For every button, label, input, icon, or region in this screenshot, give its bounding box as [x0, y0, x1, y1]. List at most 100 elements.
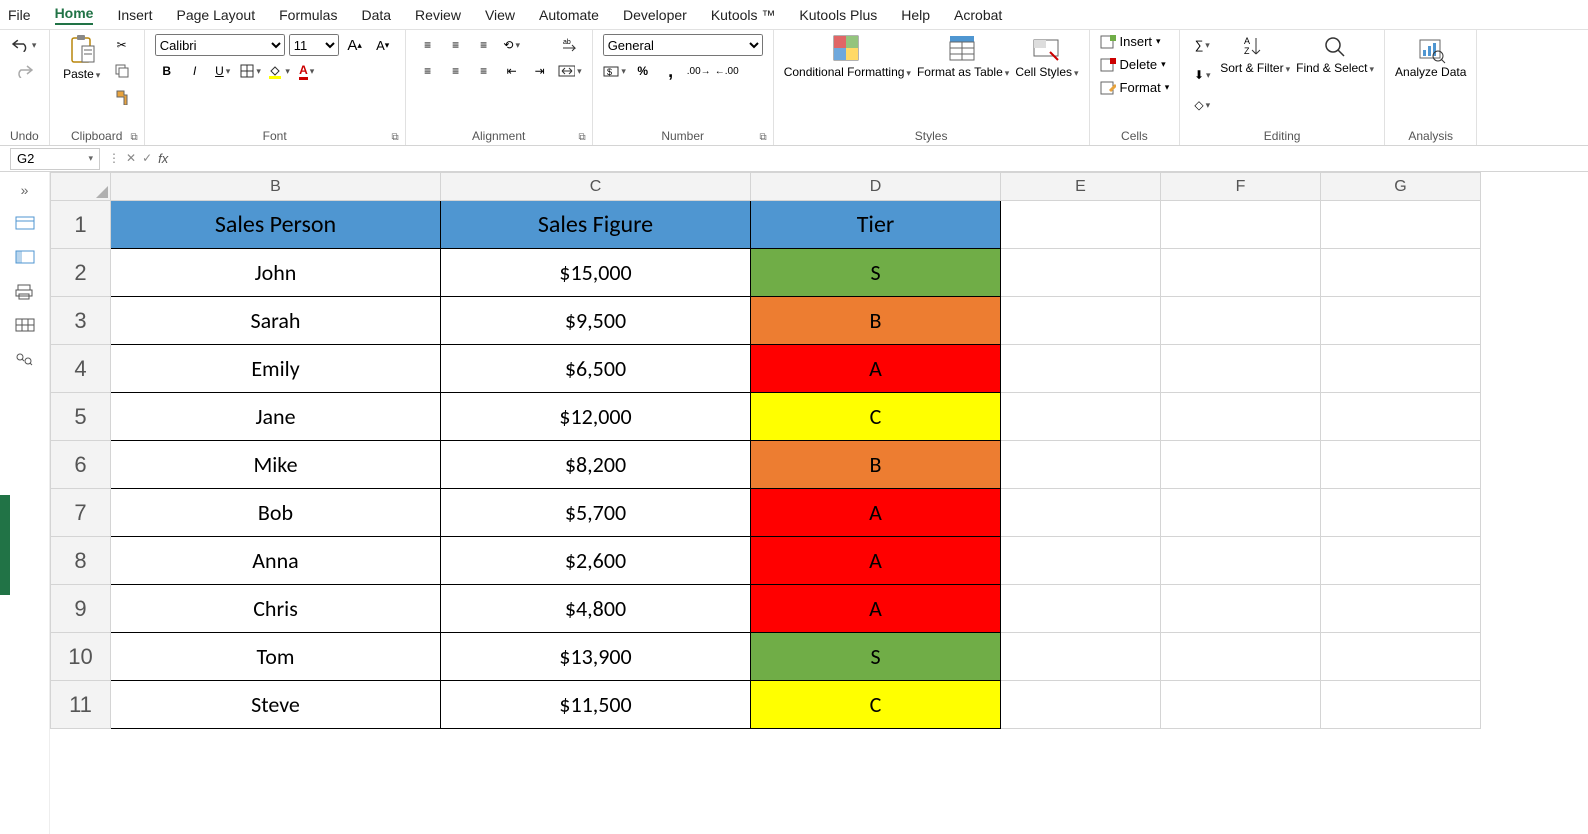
percent-format-icon[interactable]: %	[631, 60, 655, 82]
cell-G10[interactable]	[1321, 633, 1481, 681]
select-all-corner[interactable]	[51, 173, 111, 201]
menu-formulas[interactable]: Formulas	[279, 7, 337, 23]
wrap-text-icon[interactable]: ab	[558, 34, 582, 56]
cell-G7[interactable]	[1321, 489, 1481, 537]
namebox-menu-icon[interactable]: ⋮	[108, 151, 120, 166]
side-nav-icon[interactable]	[15, 216, 35, 232]
cell-styles-button[interactable]: Cell Styles	[1015, 34, 1078, 79]
cell-F5[interactable]	[1161, 393, 1321, 441]
side-print-icon[interactable]	[15, 284, 35, 300]
name-box[interactable]: G2▾	[10, 148, 100, 170]
conditional-formatting-button[interactable]: Conditional Formatting	[784, 34, 911, 79]
format-cells-button[interactable]: Format ▾	[1100, 80, 1170, 95]
side-grid-icon[interactable]	[15, 318, 35, 334]
cell-G5[interactable]	[1321, 393, 1481, 441]
cell-C10[interactable]: $13,900	[441, 633, 751, 681]
cell-B10[interactable]: Tom	[111, 633, 441, 681]
cell-D4[interactable]: A	[751, 345, 1001, 393]
undo-button[interactable]	[12, 34, 36, 56]
orientation-icon[interactable]: ⟲	[500, 34, 524, 56]
cell-E2[interactable]	[1001, 249, 1161, 297]
find-select-button[interactable]: Find & Select	[1296, 34, 1374, 75]
cell-D6[interactable]: B	[751, 441, 1001, 489]
align-left-icon[interactable]: ≡	[416, 60, 440, 82]
copy-button[interactable]	[110, 60, 134, 82]
clear-icon[interactable]: ◇	[1190, 94, 1214, 116]
side-layout-icon[interactable]	[15, 250, 35, 266]
row-header[interactable]: 6	[51, 441, 111, 489]
menu-insert[interactable]: Insert	[117, 7, 152, 23]
fill-color-button[interactable]	[267, 60, 291, 82]
row-header[interactable]: 4	[51, 345, 111, 393]
cell-C1[interactable]: Sales Figure	[441, 201, 751, 249]
cell-G8[interactable]	[1321, 537, 1481, 585]
fx-icon[interactable]: fx	[158, 151, 168, 166]
cell-C11[interactable]: $11,500	[441, 681, 751, 729]
align-center-icon[interactable]: ≡	[444, 60, 468, 82]
font-name-select[interactable]: Calibri	[155, 34, 285, 56]
menu-page-layout[interactable]: Page Layout	[176, 7, 255, 23]
menu-developer[interactable]: Developer	[623, 7, 687, 23]
font-launcher-icon[interactable]: ⧉	[392, 132, 399, 143]
cell-D1[interactable]: Tier	[751, 201, 1001, 249]
cell-E10[interactable]	[1001, 633, 1161, 681]
row-header[interactable]: 3	[51, 297, 111, 345]
cell-F6[interactable]	[1161, 441, 1321, 489]
cancel-formula-icon[interactable]: ✕	[126, 151, 136, 166]
cell-D9[interactable]: A	[751, 585, 1001, 633]
cell-E7[interactable]	[1001, 489, 1161, 537]
cut-button[interactable]: ✂	[110, 34, 134, 56]
format-as-table-button[interactable]: Format as Table	[917, 34, 1009, 79]
row-header[interactable]: 2	[51, 249, 111, 297]
cell-C2[interactable]: $15,000	[441, 249, 751, 297]
cell-G9[interactable]	[1321, 585, 1481, 633]
row-header[interactable]: 8	[51, 537, 111, 585]
underline-button[interactable]: U	[211, 60, 235, 82]
menu-file[interactable]: File	[8, 7, 31, 23]
cell-F3[interactable]	[1161, 297, 1321, 345]
formula-input[interactable]	[176, 149, 1588, 168]
cell-E11[interactable]	[1001, 681, 1161, 729]
column-header-D[interactable]: D	[751, 173, 1001, 201]
font-size-select[interactable]: 11	[289, 34, 339, 56]
cell-C6[interactable]: $8,200	[441, 441, 751, 489]
number-format-select[interactable]: General	[603, 34, 763, 56]
cell-B1[interactable]: Sales Person	[111, 201, 441, 249]
cell-C3[interactable]: $9,500	[441, 297, 751, 345]
cell-E4[interactable]	[1001, 345, 1161, 393]
menu-data[interactable]: Data	[361, 7, 391, 23]
sort-filter-button[interactable]: AZ Sort & Filter	[1220, 34, 1290, 75]
clipboard-launcher-icon[interactable]: ⧉	[131, 132, 138, 143]
decrease-decimal-icon[interactable]: ←.00	[715, 60, 739, 82]
increase-indent-icon[interactable]: ⇥	[528, 60, 552, 82]
cell-D10[interactable]: S	[751, 633, 1001, 681]
menu-acrobat[interactable]: Acrobat	[954, 7, 1002, 23]
row-header[interactable]: 9	[51, 585, 111, 633]
cell-D7[interactable]: A	[751, 489, 1001, 537]
cell-D11[interactable]: C	[751, 681, 1001, 729]
font-color-button[interactable]: A	[295, 60, 319, 82]
column-header-C[interactable]: C	[441, 173, 751, 201]
cell-F1[interactable]	[1161, 201, 1321, 249]
increase-decimal-icon[interactable]: .00→	[687, 60, 711, 82]
bold-button[interactable]: B	[155, 60, 179, 82]
redo-button[interactable]	[12, 60, 36, 82]
cell-D2[interactable]: S	[751, 249, 1001, 297]
row-header[interactable]: 7	[51, 489, 111, 537]
row-header[interactable]: 10	[51, 633, 111, 681]
cell-F9[interactable]	[1161, 585, 1321, 633]
cell-F10[interactable]	[1161, 633, 1321, 681]
italic-button[interactable]: I	[183, 60, 207, 82]
accounting-format-icon[interactable]: $	[603, 60, 627, 82]
align-bottom-icon[interactable]: ≡	[472, 34, 496, 56]
cell-B5[interactable]: Jane	[111, 393, 441, 441]
cell-F7[interactable]	[1161, 489, 1321, 537]
cell-E3[interactable]	[1001, 297, 1161, 345]
borders-button[interactable]	[239, 60, 263, 82]
column-header-B[interactable]: B	[111, 173, 441, 201]
cell-E5[interactable]	[1001, 393, 1161, 441]
cell-E8[interactable]	[1001, 537, 1161, 585]
cell-C8[interactable]: $2,600	[441, 537, 751, 585]
cell-B2[interactable]: John	[111, 249, 441, 297]
menu-help[interactable]: Help	[901, 7, 930, 23]
